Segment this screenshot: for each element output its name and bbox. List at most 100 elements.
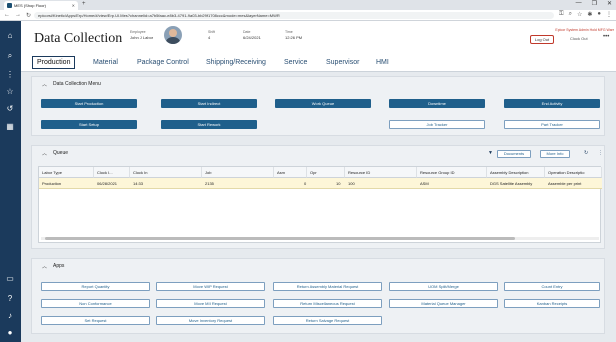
material-queue-manager-button[interactable]: Material Queue Manager [389, 299, 498, 308]
chevron-up-icon[interactable]: ︿ [42, 263, 47, 270]
column-header[interactable]: Job [202, 167, 274, 178]
table-cell: 0 [304, 181, 307, 186]
employee-field: Employee John J Labor [130, 30, 153, 40]
notifications-icon[interactable]: ♪ [5, 311, 15, 321]
help-icon[interactable]: ? [5, 294, 15, 304]
forward-icon[interactable]: → [15, 12, 21, 19]
reload-icon[interactable]: ↻ [26, 12, 31, 19]
key-icon[interactable]: ⚿ [559, 11, 564, 18]
apps-header[interactable]: ︿ Apps [32, 259, 604, 273]
start-production-button[interactable]: Start Production [41, 99, 137, 108]
log-out-button[interactable]: Log Out [530, 35, 554, 44]
zoom-icon[interactable]: ⌕ [569, 11, 572, 18]
column-header[interactable]: Clock In [130, 167, 202, 178]
chevron-up-icon[interactable]: ︿ [42, 150, 47, 157]
app-header: Data Collection Employee John J Labor Shi… [21, 21, 616, 53]
column-header[interactable]: Assembly Description [487, 167, 545, 178]
close-tab-icon[interactable]: ✕ [72, 3, 75, 8]
time-label: Time [285, 30, 293, 34]
report-quantity-button[interactable]: Report Quantity [41, 282, 150, 291]
browser-tab[interactable]: MES (Shop Floor) ✕ [4, 1, 78, 10]
url-field[interactable]: epicorsi/Kinetic/Apps/Erp/Home/#/view/Er… [34, 12, 554, 19]
return-miscellaneous-request-button[interactable]: Return Miscellaneous Request [273, 299, 382, 308]
new-tab-button[interactable]: + [82, 1, 86, 7]
close-window-icon[interactable]: ✕ [607, 0, 612, 7]
maximize-icon[interactable]: ❐ [592, 0, 597, 7]
browser-tab-title: MES (Shop Floor) [14, 3, 47, 8]
queue-menu-icon[interactable]: ⋮ [598, 150, 603, 156]
page-title: Data Collection [34, 31, 123, 46]
work-queue-button[interactable]: Work Queue [275, 99, 371, 108]
return-salvage-request-button[interactable]: Return Salvage Request [273, 316, 382, 325]
end-activity-button[interactable]: End Activity [504, 99, 600, 108]
time-field: Time 12:26 PM [285, 30, 302, 40]
column-header[interactable]: Resource Group ID [417, 167, 487, 178]
column-header[interactable]: Opr [307, 167, 345, 178]
extension-icon[interactable]: ✱ [587, 11, 592, 18]
queue-title: Queue [53, 150, 69, 156]
set-request-button[interactable]: Set Request [41, 316, 150, 325]
refresh-icon[interactable]: ↻ [584, 150, 588, 156]
profile-icon[interactable]: ● [597, 11, 601, 18]
tab-service[interactable]: Service [284, 59, 307, 66]
scrollbar-thumb[interactable] [45, 237, 515, 240]
dashboard-icon[interactable]: ▦ [5, 122, 15, 132]
more-options-icon[interactable]: ••• [603, 34, 609, 40]
tab-package-control[interactable]: Package Control [137, 59, 189, 66]
kanban-receipts-button[interactable]: Kanban Receipts [504, 299, 600, 308]
chat-icon[interactable]: ▭ [5, 274, 15, 284]
count-entry-button[interactable]: Count Entry [504, 282, 600, 291]
column-header[interactable]: Operation Descriptio [545, 167, 602, 178]
time-value: 12:26 PM [285, 35, 303, 40]
start-indirect-button[interactable]: Start Indirect [161, 99, 257, 108]
chevron-up-icon[interactable]: ︿ [42, 81, 47, 88]
table-cell: 14:33 [133, 181, 144, 186]
non-conformance-button[interactable]: Non Conformance [41, 299, 150, 308]
queue-grid: Labor Type Clock I... Clock In Job Asm O… [38, 166, 602, 243]
tab-supervisor[interactable]: Supervisor [326, 59, 359, 66]
job-tracker-button[interactable]: Job Tracker [389, 120, 485, 129]
part-tracker-button[interactable]: Part Tracker [504, 120, 600, 129]
favicon-icon [7, 3, 12, 8]
table-cell: Production [42, 181, 62, 186]
uom-split-merge-button[interactable]: UOM Split/Merge [389, 282, 498, 291]
table-cell: ASM [420, 181, 429, 186]
browser-menu-icon[interactable]: ⋮ [606, 11, 612, 18]
favorites-icon[interactable]: ☆ [5, 87, 15, 97]
tab-material[interactable]: Material [93, 59, 118, 66]
search-icon[interactable]: ⌕ [5, 51, 15, 61]
column-header[interactable]: Asm [274, 167, 307, 178]
data-collection-menu-header[interactable]: ︿ Data Collection Menu [32, 77, 604, 91]
table-cell: 06/28/2021 [97, 181, 118, 186]
history-icon[interactable]: ↺ [5, 104, 15, 114]
move-mii-request-button[interactable]: Move MII Request [156, 299, 265, 308]
left-nav-rail: ⌂ ⌕ ⋮ ☆ ↺ ▦ ▭ ? ♪ ● [0, 21, 21, 342]
downtime-button[interactable]: Downtime [389, 99, 485, 108]
data-collection-menu-title: Data Collection Menu [53, 81, 101, 87]
clock-out-button[interactable]: Clock Out [570, 36, 588, 41]
move-inventory-request-button[interactable]: Move Inventory Request [156, 316, 265, 325]
more-info-button[interactable]: More Info [540, 150, 570, 158]
minimize-icon[interactable]: — [576, 0, 582, 7]
return-assembly-material-request-button[interactable]: Return Assembly Material Request [273, 282, 382, 291]
home-icon[interactable]: ⌂ [5, 31, 15, 41]
column-header[interactable]: Resource ID [345, 167, 417, 178]
tab-hmi[interactable]: HMI [376, 59, 389, 66]
star-icon[interactable]: ☆ [577, 11, 582, 18]
grid-menu-icon[interactable]: ⋮ [5, 70, 15, 80]
table-cell: Assemble per print [548, 181, 582, 186]
start-rework-button[interactable]: Start Rework [161, 120, 257, 129]
column-header[interactable]: Labor Type [39, 167, 94, 178]
tab-production[interactable]: Production [32, 56, 76, 69]
back-icon[interactable]: ← [4, 12, 10, 19]
start-setup-button[interactable]: Start Setup [41, 120, 137, 129]
user-icon[interactable]: ● [5, 328, 15, 338]
documents-button[interactable]: Documents [497, 150, 531, 158]
table-cell: DGS Satellite Assembly [490, 181, 533, 186]
date-value: 6/24/2021 [243, 35, 261, 40]
tab-shipping-receiving[interactable]: Shipping/Receiving [206, 59, 266, 66]
move-wip-request-button[interactable]: Move WIP Request [156, 282, 265, 291]
horizontal-scrollbar[interactable] [41, 237, 599, 240]
column-header[interactable]: Clock I... [94, 167, 130, 178]
filter-icon[interactable]: ▼ [488, 150, 493, 156]
